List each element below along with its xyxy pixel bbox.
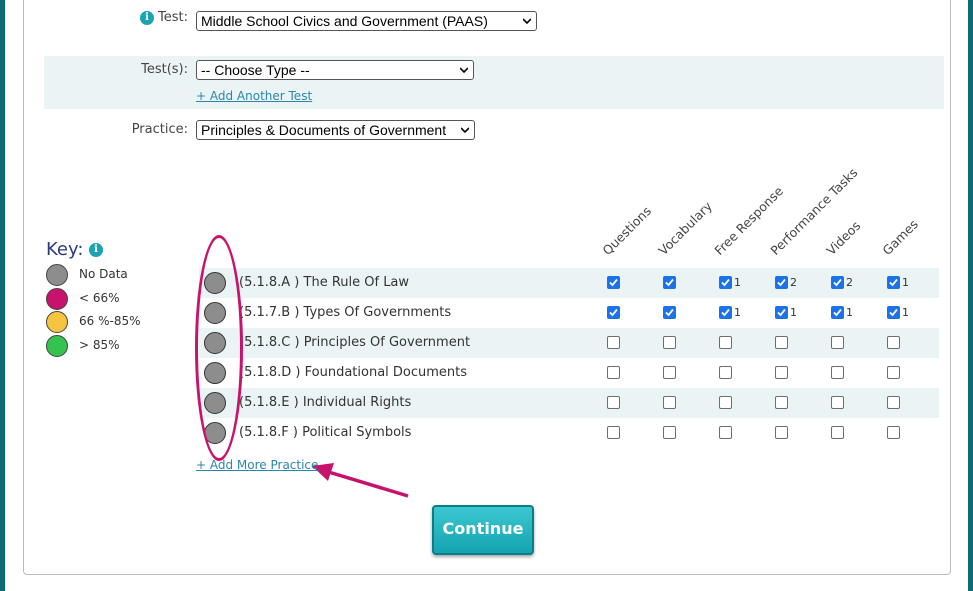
- row-checkbox[interactable]: [831, 306, 844, 319]
- checkmark-icon: [777, 308, 786, 317]
- key-dot-icon: [46, 311, 68, 333]
- highlight-ellipse: [195, 235, 243, 461]
- tests-type-select[interactable]: -- Choose Type --: [196, 60, 474, 80]
- row-checkbox[interactable]: [887, 366, 900, 379]
- add-another-test-link[interactable]: + Add Another Test: [196, 89, 312, 103]
- row-checkbox[interactable]: [663, 366, 676, 379]
- row-checkbox[interactable]: [607, 276, 620, 289]
- row-checkbox[interactable]: [719, 276, 732, 289]
- row-checkbox[interactable]: [831, 336, 844, 349]
- key-dot-icon: [46, 288, 68, 310]
- key-dot-icon: [46, 264, 68, 286]
- row-checkbox[interactable]: [775, 306, 788, 319]
- checkmark-icon: [609, 278, 618, 287]
- row-checkbox[interactable]: [663, 396, 676, 409]
- row-label: (5.1.8.C ) Principles Of Government: [239, 335, 471, 350]
- practice-label: Practice:: [131, 122, 188, 137]
- row-checkbox[interactable]: [775, 276, 788, 289]
- chevron-down-icon: [460, 67, 468, 74]
- row-label: (5.1.8.E ) Individual Rights: [239, 395, 412, 410]
- checkmark-icon: [721, 308, 730, 317]
- row-checkbox[interactable]: [607, 336, 620, 349]
- row-checkbox[interactable]: [607, 396, 620, 409]
- row-label: (5.1.8.D ) Foundational Documents: [239, 365, 468, 380]
- row-checkbox[interactable]: [831, 426, 844, 439]
- row-checkbox[interactable]: [719, 306, 732, 319]
- checkmark-icon: [609, 308, 618, 317]
- row-checkbox[interactable]: [831, 366, 844, 379]
- checkmark-icon: [777, 278, 786, 287]
- row-checkbox[interactable]: [887, 306, 900, 319]
- row-checkbox[interactable]: [719, 366, 732, 379]
- row-label: (5.1.8.F ) Political Symbols: [239, 425, 412, 440]
- row-checkbox[interactable]: [607, 306, 620, 319]
- item-count: 1: [734, 276, 741, 289]
- checkmark-icon: [833, 308, 842, 317]
- row-checkbox[interactable]: [887, 426, 900, 439]
- practice-select-value: Principles & Documents of Government: [201, 122, 447, 138]
- item-count: 1: [902, 306, 909, 319]
- key-info-icon[interactable]: i: [89, 243, 103, 257]
- row-label: (5.1.8.A ) The Rule Of Law: [239, 275, 410, 290]
- row-checkbox[interactable]: [719, 426, 732, 439]
- item-count: 2: [790, 276, 797, 289]
- test-select-value: Middle School Civics and Government (PAA…: [201, 13, 488, 29]
- key-title: Key:: [46, 239, 84, 260]
- item-count: 1: [846, 306, 853, 319]
- item-count: 1: [790, 306, 797, 319]
- key-item-label: 66 %-85%: [79, 314, 141, 328]
- continue-button[interactable]: Continue: [432, 505, 534, 555]
- row-checkbox[interactable]: [831, 276, 844, 289]
- checkmark-icon: [833, 278, 842, 287]
- tests-type-select-value: -- Choose Type --: [201, 62, 310, 78]
- checkmark-icon: [889, 308, 898, 317]
- row-checkbox[interactable]: [775, 396, 788, 409]
- item-count: 2: [846, 276, 853, 289]
- row-checkbox[interactable]: [607, 426, 620, 439]
- checkmark-icon: [721, 278, 730, 287]
- row-checkbox[interactable]: [719, 396, 732, 409]
- chevron-down-icon: [461, 127, 469, 134]
- tests-label: Test(s):: [141, 62, 188, 77]
- row-checkbox[interactable]: [887, 336, 900, 349]
- item-count: 1: [734, 306, 741, 319]
- row-checkbox[interactable]: [607, 366, 620, 379]
- row-checkbox[interactable]: [663, 336, 676, 349]
- row-checkbox[interactable]: [775, 336, 788, 349]
- key-item-label: < 66%: [79, 291, 120, 305]
- checkmark-icon: [889, 278, 898, 287]
- row-checkbox[interactable]: [775, 426, 788, 439]
- row-checkbox[interactable]: [887, 396, 900, 409]
- row-checkbox[interactable]: [663, 276, 676, 289]
- practice-select[interactable]: Principles & Documents of Government: [196, 120, 475, 140]
- row-checkbox[interactable]: [887, 276, 900, 289]
- chevron-down-icon: [523, 18, 531, 25]
- key-dot-icon: [46, 335, 68, 357]
- checkmark-icon: [665, 278, 674, 287]
- item-count: 1: [902, 276, 909, 289]
- right-border-bar: [968, 0, 973, 591]
- add-more-practice-link[interactable]: + Add More Practice: [196, 458, 318, 472]
- row-checkbox[interactable]: [663, 426, 676, 439]
- row-checkbox[interactable]: [775, 366, 788, 379]
- checkmark-icon: [665, 308, 674, 317]
- row-checkbox[interactable]: [831, 396, 844, 409]
- test-label: Test:: [158, 10, 188, 25]
- row-label: (5.1.7.B ) Types Of Governments: [239, 305, 452, 320]
- key-item-label: > 85%: [79, 338, 120, 352]
- row-checkbox[interactable]: [663, 306, 676, 319]
- key-item-label: No Data: [79, 267, 128, 281]
- test-select[interactable]: Middle School Civics and Government (PAA…: [196, 11, 537, 31]
- left-border-bar: [0, 0, 5, 591]
- row-checkbox[interactable]: [719, 336, 732, 349]
